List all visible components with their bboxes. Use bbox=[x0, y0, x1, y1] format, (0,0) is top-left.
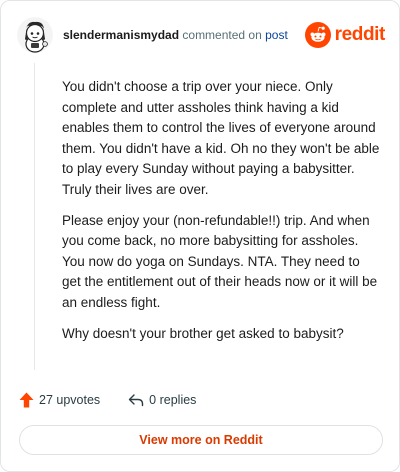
comment-footer: 27 upvotes 0 replies bbox=[19, 389, 196, 411]
post-link[interactable]: post bbox=[265, 28, 288, 42]
reddit-logo-icon bbox=[304, 22, 331, 48]
upvote-arrow-icon bbox=[19, 392, 34, 408]
comment-body: You didn't choose a trip over your niece… bbox=[62, 77, 380, 354]
replies-label: 0 replies bbox=[149, 393, 197, 407]
reply-arrow-icon bbox=[128, 394, 144, 407]
comment-paragraph: Please enjoy your (non-refundable!!) tri… bbox=[62, 212, 378, 310]
embedded-comment-card: slendermanismydad commented on post redd… bbox=[0, 0, 400, 472]
reddit-wordmark: reddit bbox=[334, 24, 386, 45]
header-text: slendermanismydad commented on post bbox=[63, 27, 288, 43]
username-link[interactable]: slendermanismydad bbox=[63, 28, 179, 42]
avatar[interactable] bbox=[17, 17, 53, 53]
commented-on-text: commented on bbox=[182, 28, 262, 42]
view-more-button[interactable]: View more on Reddit bbox=[19, 425, 383, 455]
upvotes-stat[interactable]: 27 upvotes bbox=[19, 392, 100, 408]
comment-paragraph: You didn't choose a trip over your niece… bbox=[62, 79, 380, 197]
upvotes-label: 27 upvotes bbox=[39, 393, 101, 407]
comment-paragraph: Why doesn't your brother get asked to ba… bbox=[62, 325, 344, 341]
reddit-brand[interactable]: reddit bbox=[304, 22, 386, 48]
comment-header: slendermanismydad commented on post redd… bbox=[17, 15, 385, 55]
thread-line bbox=[34, 63, 35, 370]
snoo-avatar-icon bbox=[17, 17, 53, 53]
replies-stat[interactable]: 0 replies bbox=[128, 393, 196, 407]
